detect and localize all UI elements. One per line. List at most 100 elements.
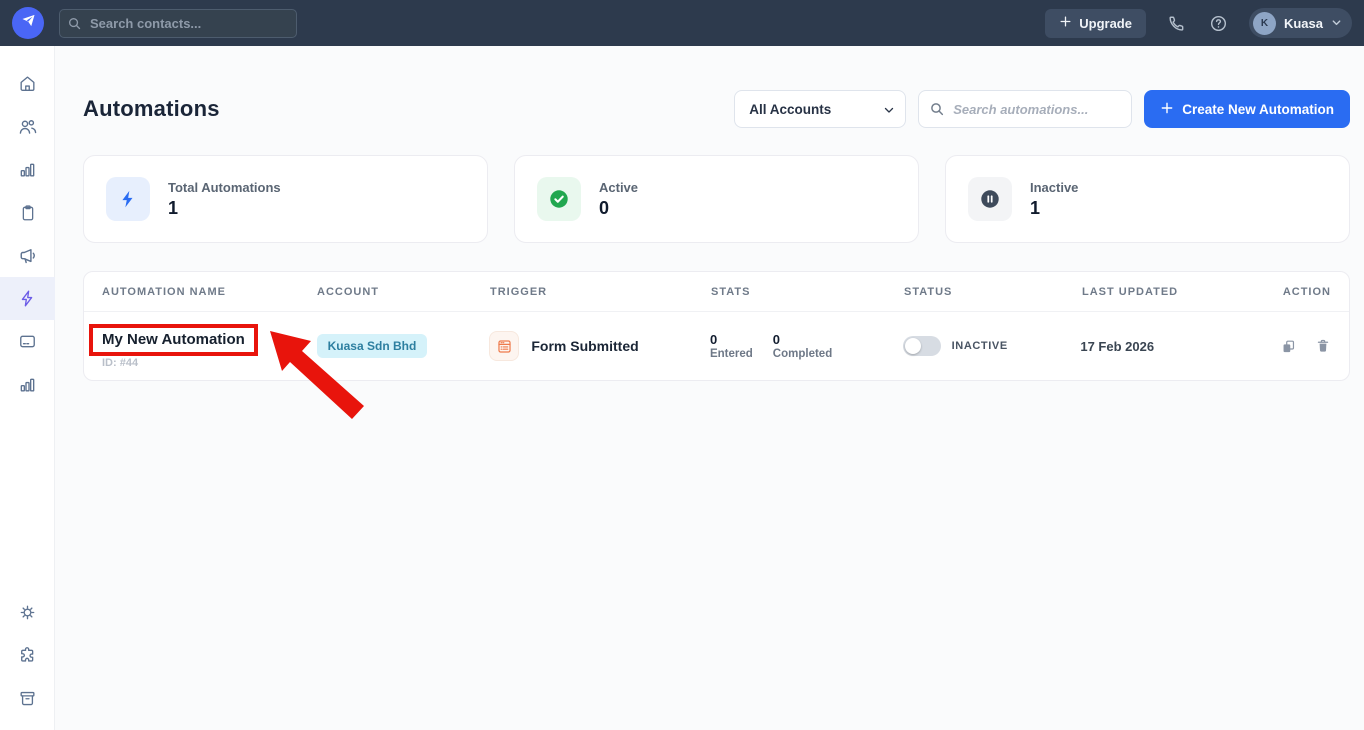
action-cell bbox=[1280, 338, 1331, 355]
automations-search bbox=[918, 90, 1132, 128]
bar-chart-icon bbox=[18, 375, 37, 394]
sidebar-top-group bbox=[0, 62, 54, 406]
search-automations-input[interactable] bbox=[918, 90, 1132, 128]
user-name: Kuasa bbox=[1284, 16, 1323, 31]
search-icon bbox=[929, 101, 945, 122]
search-contacts-input[interactable] bbox=[59, 9, 297, 38]
automation-name-link[interactable]: My New Automation bbox=[102, 331, 245, 348]
credit-card-icon bbox=[18, 332, 37, 351]
completed-value: 0 bbox=[773, 332, 832, 347]
header-controls: All Accounts Create New Automation bbox=[734, 90, 1350, 128]
annotation-highlight-box: My New Automation bbox=[89, 324, 258, 356]
col-header-status: STATUS bbox=[904, 286, 1082, 298]
topbar: Upgrade K Kuasa bbox=[0, 0, 1364, 46]
account-cell: Kuasa Sdn Bhd bbox=[317, 334, 490, 358]
chevron-down-icon bbox=[1331, 16, 1342, 31]
entered-label: Entered bbox=[710, 348, 753, 360]
sidebar-item-analytics[interactable] bbox=[0, 363, 55, 406]
topbar-right: Upgrade K Kuasa bbox=[1045, 8, 1352, 38]
trigger-label: Form Submitted bbox=[531, 338, 638, 354]
page-title: Automations bbox=[83, 96, 220, 122]
bar-chart-icon bbox=[18, 160, 37, 179]
stat-card-text: Total Automations 1 bbox=[168, 180, 281, 219]
megaphone-icon bbox=[18, 246, 38, 266]
sidebar-item-tasks[interactable] bbox=[0, 191, 55, 234]
stat-card-total-automations: Total Automations 1 bbox=[83, 155, 488, 243]
automation-name-cell: My New Automation ID: #44 bbox=[102, 324, 317, 369]
plus-icon bbox=[1160, 101, 1174, 118]
sidebar-item-home[interactable] bbox=[0, 62, 55, 105]
status-toggle[interactable] bbox=[903, 336, 941, 356]
create-new-automation-button[interactable]: Create New Automation bbox=[1144, 90, 1350, 128]
check-circle-icon bbox=[537, 177, 581, 221]
stats-cell: 0 Entered 0 Completed bbox=[710, 332, 903, 360]
pause-circle-icon bbox=[968, 177, 1012, 221]
stat-card-value: 1 bbox=[1030, 198, 1078, 219]
trash-icon bbox=[1315, 338, 1331, 354]
contacts-icon bbox=[18, 117, 38, 137]
sidebar-item-integrations[interactable] bbox=[0, 634, 55, 677]
user-menu[interactable]: K Kuasa bbox=[1249, 8, 1352, 38]
gear-icon bbox=[18, 603, 37, 622]
table-row: My New Automation ID: #44 Kuasa Sdn Bhd … bbox=[84, 312, 1349, 380]
app-logo[interactable] bbox=[12, 7, 44, 39]
stat-card-text: Active 0 bbox=[599, 180, 638, 219]
stat-card-label: Inactive bbox=[1030, 180, 1078, 195]
stat-card-value: 1 bbox=[168, 198, 281, 219]
puzzle-icon bbox=[18, 646, 37, 665]
col-header-action: ACTION bbox=[1282, 286, 1331, 298]
main-content: Automations All Accounts Cre bbox=[55, 46, 1364, 730]
trigger-cell: Form Submitted bbox=[489, 331, 710, 361]
contacts-search bbox=[59, 9, 297, 38]
send-icon bbox=[20, 12, 37, 34]
copy-icon bbox=[1280, 338, 1297, 355]
help-icon bbox=[1209, 14, 1228, 33]
col-header-last-updated: LAST UPDATED bbox=[1082, 286, 1282, 298]
delete-button[interactable] bbox=[1315, 338, 1331, 354]
phone-button[interactable] bbox=[1165, 12, 1188, 35]
upgrade-label: Upgrade bbox=[1079, 16, 1132, 31]
create-button-label: Create New Automation bbox=[1182, 102, 1334, 117]
sidebar-item-settings[interactable] bbox=[0, 591, 55, 634]
stat-card-inactive: Inactive 1 bbox=[945, 155, 1350, 243]
col-header-stats: STATS bbox=[711, 286, 904, 298]
stat-card-label: Total Automations bbox=[168, 180, 281, 195]
sidebar-item-archive[interactable] bbox=[0, 677, 55, 720]
sidebar-bottom-group bbox=[0, 591, 54, 720]
sidebar-item-reports[interactable] bbox=[0, 148, 55, 191]
automation-id: ID: #44 bbox=[102, 357, 317, 369]
archive-icon bbox=[18, 689, 37, 708]
account-filter: All Accounts bbox=[734, 90, 906, 128]
sidebar bbox=[0, 46, 55, 730]
plus-icon bbox=[1059, 15, 1072, 31]
col-header-account: ACCOUNT bbox=[317, 286, 490, 298]
last-updated-cell: 17 Feb 2026 bbox=[1080, 339, 1280, 354]
entered-value: 0 bbox=[710, 332, 753, 347]
bolt-icon bbox=[18, 289, 37, 308]
sidebar-item-billing[interactable] bbox=[0, 320, 55, 363]
sidebar-item-marketing[interactable] bbox=[0, 234, 55, 277]
stat-entered: 0 Entered bbox=[710, 332, 753, 360]
col-header-automation-name: AUTOMATION NAME bbox=[102, 286, 317, 298]
phone-icon bbox=[1167, 14, 1186, 33]
toggle-knob bbox=[905, 338, 921, 354]
account-filter-select[interactable]: All Accounts bbox=[734, 90, 906, 128]
completed-label: Completed bbox=[773, 348, 832, 360]
stat-card-label: Active bbox=[599, 180, 638, 195]
avatar: K bbox=[1253, 12, 1276, 35]
search-icon bbox=[67, 16, 82, 36]
duplicate-button[interactable] bbox=[1280, 338, 1297, 355]
sidebar-item-contacts[interactable] bbox=[0, 105, 55, 148]
help-button[interactable] bbox=[1207, 12, 1230, 35]
stat-completed: 0 Completed bbox=[773, 332, 832, 360]
table-header-row: AUTOMATION NAME ACCOUNT TRIGGER STATS ST… bbox=[84, 272, 1349, 312]
sidebar-item-automations[interactable] bbox=[0, 277, 55, 320]
status-label: INACTIVE bbox=[952, 340, 1008, 352]
upgrade-button[interactable]: Upgrade bbox=[1045, 9, 1146, 38]
status-cell: INACTIVE bbox=[903, 336, 1081, 356]
automations-table: AUTOMATION NAME ACCOUNT TRIGGER STATS ST… bbox=[83, 271, 1350, 381]
bolt-icon bbox=[106, 177, 150, 221]
stat-card-value: 0 bbox=[599, 198, 638, 219]
col-header-trigger: TRIGGER bbox=[490, 286, 711, 298]
form-icon bbox=[489, 331, 519, 361]
